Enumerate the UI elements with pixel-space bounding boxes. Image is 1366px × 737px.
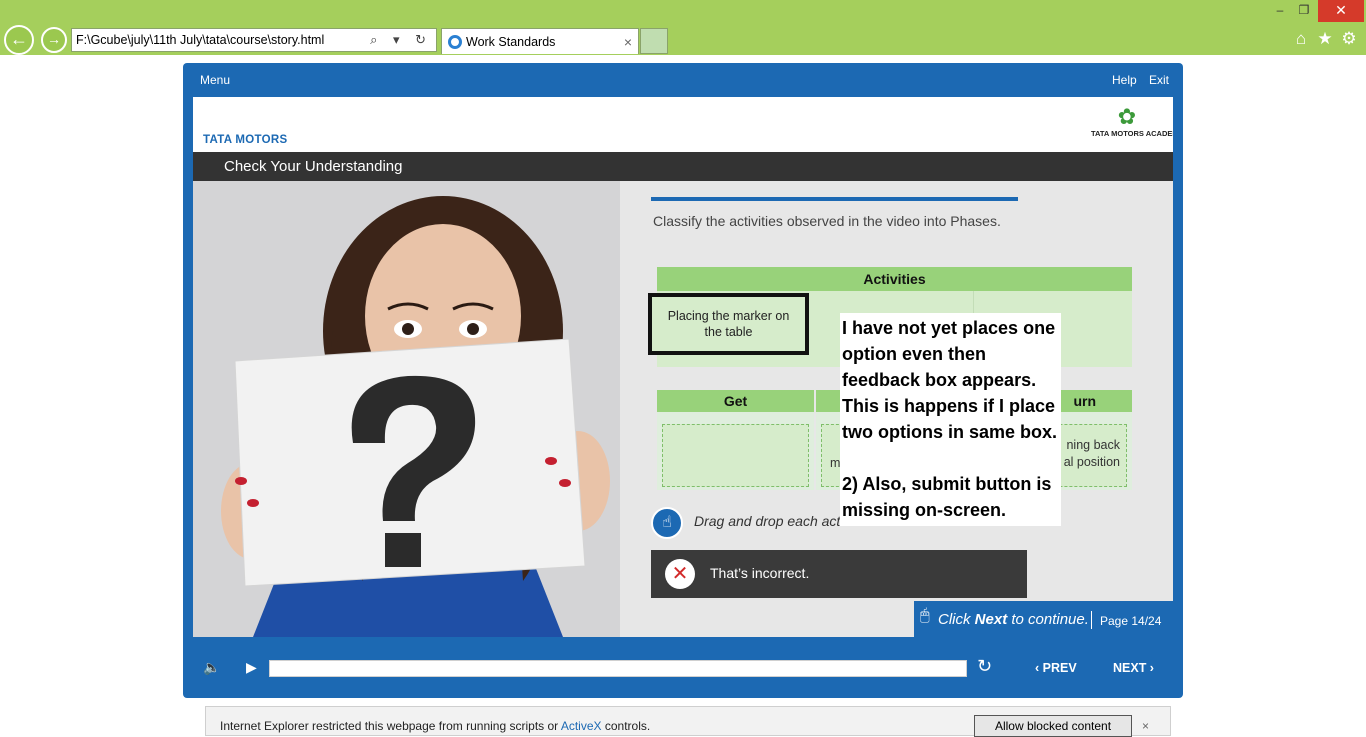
help-link[interactable]: Help [1112, 73, 1137, 87]
continue-prompt: Click Next to continue. [938, 611, 1089, 628]
notification-text: Internet Explorer restricted this webpag… [220, 719, 650, 733]
instruction-text: Classify the activities observed in the … [653, 213, 1001, 229]
seek-bar[interactable] [269, 660, 967, 677]
back-button[interactable]: ← [4, 25, 34, 55]
review-annotation: I have not yet places one option even th… [648, 313, 1061, 526]
phase-header-return-text: urn [1073, 393, 1096, 409]
woman-question-mark-image [193, 181, 620, 637]
drop-target-return-text[interactable]: ning back al position [1064, 437, 1120, 471]
favorites-icon[interactable]: ★ [1315, 29, 1335, 49]
tata-motors-logo: TATA MOTORS [203, 134, 288, 146]
feedback-text: That’s incorrect. [710, 565, 810, 581]
continue-suffix: to continue. [1007, 611, 1089, 628]
volume-icon[interactable]: 🔈 [203, 659, 220, 676]
notification-prefix: Internet Explorer restricted this webpag… [220, 719, 561, 733]
close-window-icon[interactable]: ✕ [1318, 0, 1364, 22]
question-photo-illustration [193, 181, 620, 637]
replay-icon[interactable]: ↻ [977, 657, 995, 675]
new-tab-button[interactable] [640, 28, 668, 54]
slide-header: TATA MOTORS ✿ TATA MOTORS ACADEMY [193, 97, 1173, 152]
ie-logo-icon [448, 35, 462, 49]
play-icon[interactable]: ▶ [246, 659, 257, 676]
ie-notification-bar: Internet Explorer restricted this webpag… [205, 706, 1171, 737]
notification-suffix: controls. [601, 719, 651, 733]
address-text: F:\Gcube\july\11th July\tata\course\stor… [76, 33, 325, 47]
annotation-text: I have not yet places one option even th… [842, 318, 1058, 520]
menu-link[interactable]: Menu [200, 73, 230, 87]
page-counter: Page 14/24 [1100, 614, 1162, 628]
activities-header: Activities [657, 267, 1132, 291]
tab-work-standards[interactable]: Work Standards × [441, 28, 639, 54]
prev-button[interactable]: ‹ PREV [1035, 661, 1077, 675]
activex-link[interactable]: ActiveX [561, 719, 602, 733]
continue-prompt-bar: 🖱 Click Next to continue. Page 14/24 [914, 601, 1173, 637]
slide-title: Check Your Understanding [224, 158, 403, 175]
separator [1091, 611, 1092, 629]
feedback-box: ✕ That’s incorrect. [651, 550, 1027, 598]
minimize-icon[interactable]: – [1268, 0, 1292, 22]
continue-prefix: Click [938, 611, 975, 628]
home-icon[interactable]: ⌂ [1291, 29, 1311, 49]
forward-button[interactable]: → [41, 27, 67, 53]
continue-next-word: Next [974, 611, 1008, 628]
accent-line [651, 197, 1018, 201]
address-bar[interactable]: F:\Gcube\july\11th July\tata\course\stor… [71, 28, 437, 52]
restore-icon[interactable]: ❐ [1292, 0, 1316, 22]
tree-icon: ✿ [1117, 104, 1137, 129]
tab-title: Work Standards [466, 35, 556, 49]
academy-label: TATA MOTORS ACADEMY [1091, 129, 1173, 138]
settings-icon[interactable]: ⚙ [1339, 29, 1359, 49]
mouse-icon: 🖱 [920, 607, 930, 624]
academy-logo: ✿ TATA MOTORS ACADEMY [1091, 104, 1173, 139]
exit-link[interactable]: Exit [1149, 73, 1169, 87]
player-controls: 🔈 ▶ ↻ ‹ PREV NEXT › [183, 637, 1183, 698]
address-actions-icon[interactable]: ⌕ ▾ ↻ [370, 29, 432, 51]
next-button[interactable]: NEXT › [1113, 661, 1154, 675]
slide-title-bar: Check Your Understanding [193, 152, 1173, 181]
allow-blocked-content-button[interactable]: Allow blocked content [974, 715, 1132, 737]
browser-toolbar: ← → F:\Gcube\july\11th July\tata\course\… [0, 0, 1366, 55]
incorrect-icon: ✕ [665, 559, 695, 589]
notification-close-icon[interactable]: × [1142, 719, 1149, 733]
tab-close-icon[interactable]: × [624, 29, 632, 55]
